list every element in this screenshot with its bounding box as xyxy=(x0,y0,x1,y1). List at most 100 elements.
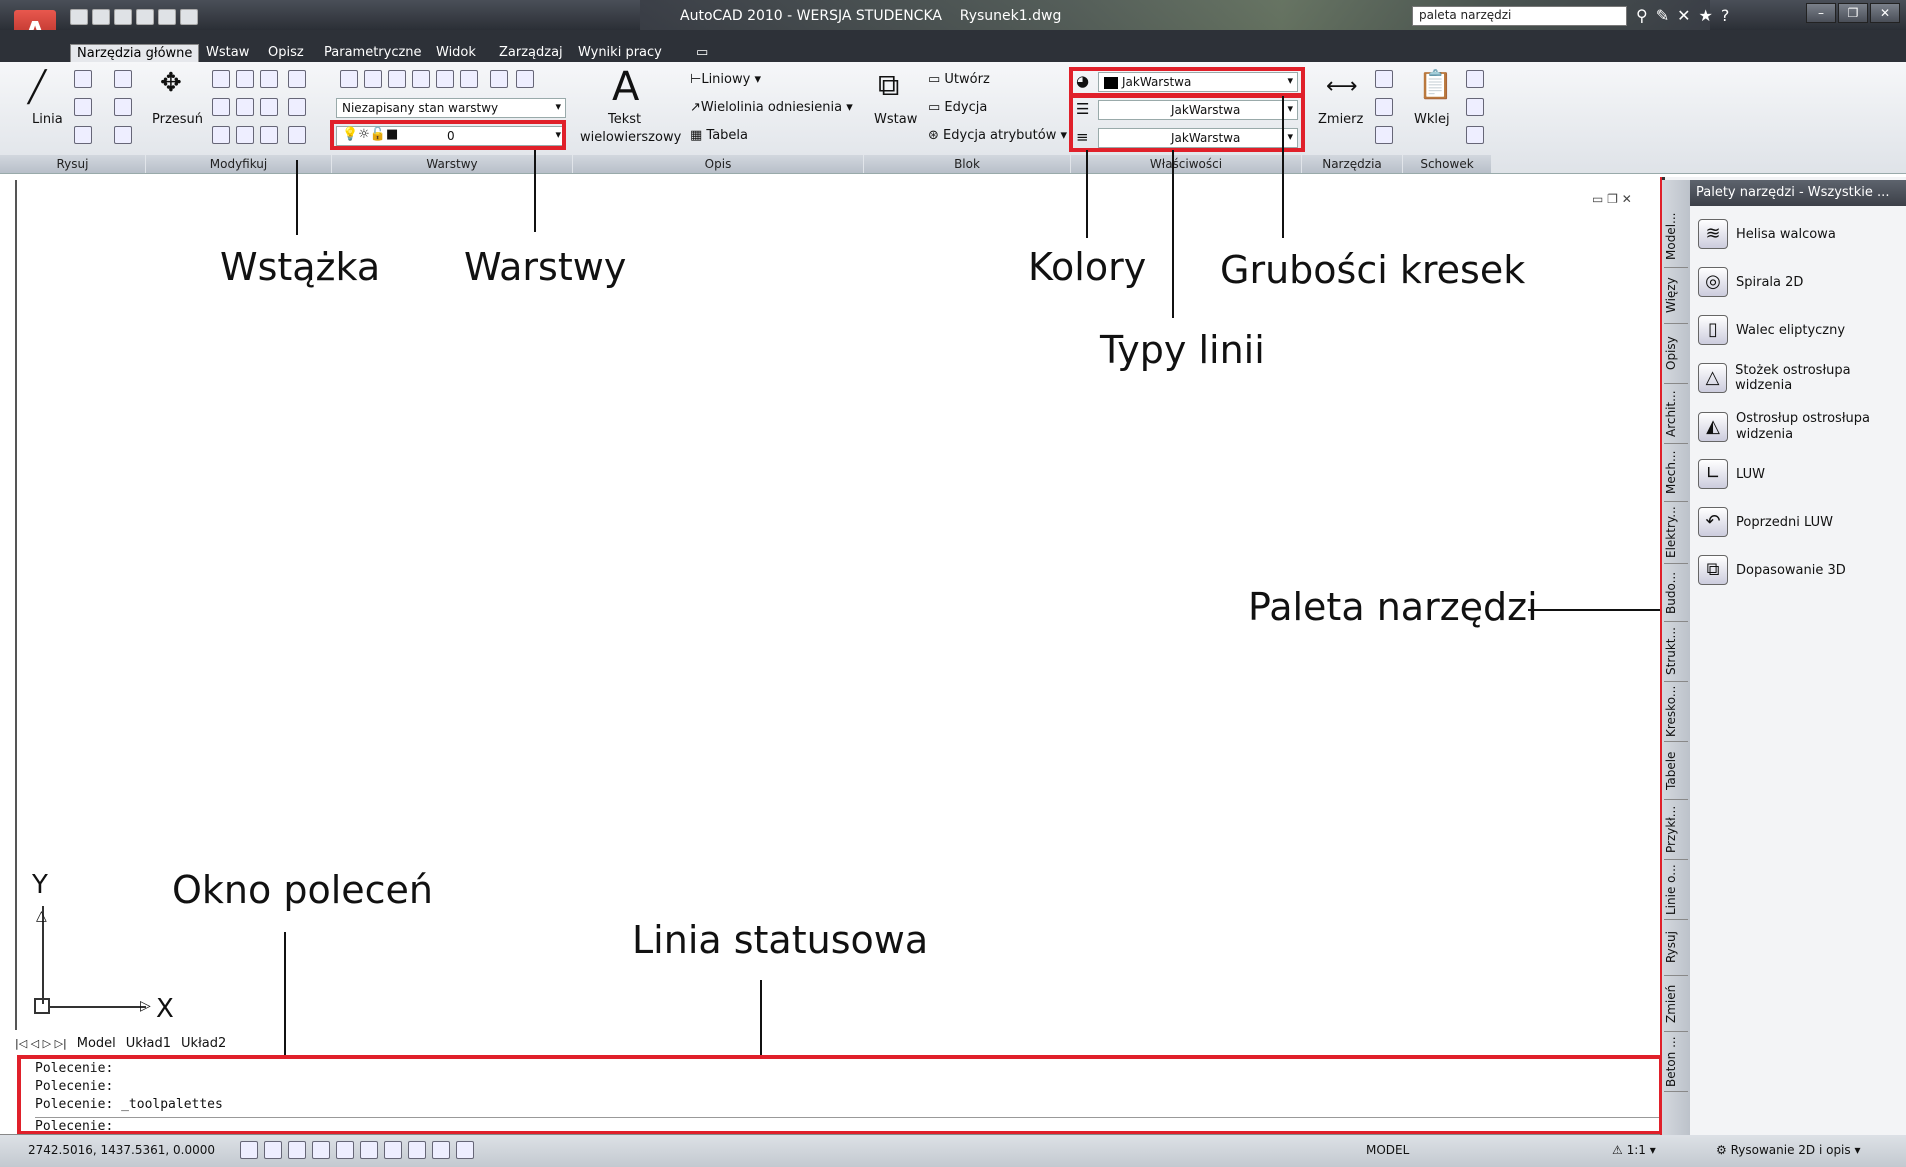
panel-annotation-label[interactable]: Opis xyxy=(573,155,863,173)
communication-icon[interactable]: ✕ xyxy=(1677,6,1690,25)
move-label[interactable]: Przesuń xyxy=(152,112,203,127)
multileader[interactable]: ↗Wielolinia odniesienia ▾ xyxy=(690,100,853,115)
rotate-icon[interactable] xyxy=(236,70,254,88)
palette-item-view-pyramid[interactable]: ◭ Ostrosłup ostrosłupa widzenia xyxy=(1698,411,1870,443)
tab-layout2[interactable]: Układ2 xyxy=(181,1036,226,1051)
palette-tab-model[interactable]: Model... xyxy=(1664,206,1688,268)
close-button[interactable]: ✕ xyxy=(1870,3,1900,23)
insert-block-icon[interactable]: ⧉ xyxy=(878,68,899,103)
binoculars-icon[interactable]: ⚲ xyxy=(1636,6,1648,25)
copy-clip-icon[interactable] xyxy=(1466,98,1484,116)
panel-properties-label[interactable]: Właściwości xyxy=(1071,155,1301,173)
panel-block-label[interactable]: Blok xyxy=(864,155,1070,173)
tab-annotate[interactable]: Opisz xyxy=(262,44,310,62)
tool-palette-title[interactable]: Palety narzędzi - Wszystkie ... xyxy=(1690,180,1906,206)
multiline-text-icon[interactable]: A xyxy=(612,64,639,110)
cut-icon[interactable] xyxy=(1466,70,1484,88)
offset-icon[interactable] xyxy=(236,126,254,144)
palette-item-3d-align[interactable]: ⧉ Dopasowanie 3D xyxy=(1698,555,1846,585)
multiline-text-label1[interactable]: Tekst xyxy=(608,112,641,127)
tab-insert[interactable]: Wstaw xyxy=(200,44,255,62)
undo-icon[interactable] xyxy=(136,9,154,25)
palette-item-view-cone[interactable]: △ Stożek ostrosłupa widzenia xyxy=(1698,363,1906,393)
tab-layout1[interactable]: Układ1 xyxy=(126,1036,171,1051)
search-input[interactable]: paleta narzędzi xyxy=(1412,6,1627,26)
quick-select-icon[interactable] xyxy=(1375,70,1393,88)
dynamic-ucs-icon[interactable] xyxy=(384,1141,402,1159)
open-file-icon[interactable] xyxy=(92,9,110,25)
palette-tab-constraints[interactable]: Więzy xyxy=(1664,268,1688,324)
palette-item-spiral[interactable]: ◎ Spirala 2D xyxy=(1698,267,1803,297)
calculator-icon[interactable] xyxy=(1375,126,1393,144)
dynamic-input-icon[interactable] xyxy=(408,1141,426,1159)
palette-tab-hatches[interactable]: Kresko... xyxy=(1664,682,1688,742)
block-edit[interactable]: ▭ Edycja xyxy=(928,100,987,115)
palette-tab-civil[interactable]: Budo... xyxy=(1664,564,1688,622)
array-icon[interactable] xyxy=(288,70,306,88)
viewport-controls[interactable]: ▭ ❐ ✕ xyxy=(1592,192,1632,206)
palette-item-helix[interactable]: ≋ Helisa walcowa xyxy=(1698,219,1836,249)
tab-extra[interactable]: ▭ xyxy=(690,44,714,62)
print-icon[interactable] xyxy=(180,9,198,25)
arc-icon[interactable] xyxy=(114,70,132,88)
insert-block-label[interactable]: Wstaw xyxy=(874,112,917,127)
stretch-icon[interactable] xyxy=(236,98,254,116)
palette-tab-concrete[interactable]: Beton ... xyxy=(1664,1032,1688,1092)
move-icon[interactable]: ✥ xyxy=(160,68,182,98)
fillet-icon[interactable] xyxy=(288,126,306,144)
copy-icon[interactable] xyxy=(212,70,230,88)
table-tool[interactable]: ▦ Tabela xyxy=(690,128,748,143)
annotation-scale[interactable]: ⚠ 1:1 ▾ xyxy=(1612,1143,1656,1157)
layer-state-icon[interactable] xyxy=(364,70,382,88)
layer-state-combo[interactable]: Niezapisany stan warstwy xyxy=(336,98,566,118)
palette-tab-draw[interactable]: Rysuj xyxy=(1664,920,1688,976)
palette-item-ucs[interactable]: ∟ LUW xyxy=(1698,459,1765,489)
lineweight-toggle-icon[interactable] xyxy=(432,1141,450,1159)
save-icon[interactable] xyxy=(114,9,132,25)
measure-label[interactable]: Zmierz xyxy=(1318,112,1363,127)
palette-tab-mechanical[interactable]: Mech... xyxy=(1664,444,1688,502)
block-edit-attributes[interactable]: ⊛ Edycja atrybutów ▾ xyxy=(928,128,1067,143)
palette-tab-annotations[interactable]: Opisy xyxy=(1664,324,1688,384)
new-file-icon[interactable] xyxy=(70,9,88,25)
tab-model[interactable]: Model xyxy=(77,1036,116,1051)
tab-output[interactable]: Wyniki pracy xyxy=(572,44,668,62)
tab-view[interactable]: Widok xyxy=(430,44,482,62)
tab-parametric[interactable]: Parametryczne xyxy=(318,44,428,62)
erase-icon[interactable] xyxy=(212,126,230,144)
layer-match-icon[interactable] xyxy=(490,70,508,88)
layer-freeze-icon[interactable] xyxy=(436,70,454,88)
panel-modify-label[interactable]: Modyfikuj xyxy=(146,155,331,173)
restore-button[interactable]: ❐ xyxy=(1838,3,1868,23)
trim-icon[interactable] xyxy=(260,70,278,88)
circle-icon[interactable] xyxy=(74,98,92,116)
panel-draw-label[interactable]: Rysuj xyxy=(0,155,145,173)
layout-nav-arrows[interactable]: |◁ ◁ ▷ ▷| xyxy=(15,1037,67,1050)
tab-home[interactable]: Narzędzia główne xyxy=(70,44,200,62)
favorites-star-icon[interactable]: ★ xyxy=(1699,6,1713,25)
palette-tab-modify[interactable]: Zmień xyxy=(1664,976,1688,1032)
measure-icon[interactable]: ⟷ xyxy=(1326,74,1358,99)
coordinate-display[interactable]: 2742.5016, 1437.5361, 0.0000 xyxy=(28,1143,215,1157)
dimension-linear[interactable]: ⊢Liniowy ▾ xyxy=(690,72,761,87)
extend-icon[interactable] xyxy=(288,98,306,116)
panel-layers-label[interactable]: Warstwy xyxy=(332,155,572,173)
workspace-switcher[interactable]: ⚙ Rysowanie 2D i opis ▾ xyxy=(1716,1143,1861,1157)
redo-icon[interactable] xyxy=(158,9,176,25)
find-icon[interactable] xyxy=(1375,98,1393,116)
palette-tab-leaders[interactable]: Linie o... xyxy=(1664,860,1688,920)
panel-clipboard-label[interactable]: Schowek xyxy=(1403,155,1491,173)
multiline-text-label2[interactable]: wielowierszowy xyxy=(580,130,681,145)
ellipse-icon[interactable] xyxy=(74,126,92,144)
polyline-icon[interactable] xyxy=(74,70,92,88)
palette-tab-samples[interactable]: Przykł... xyxy=(1664,800,1688,860)
layer-properties-icon[interactable] xyxy=(340,70,358,88)
minimize-button[interactable]: – xyxy=(1806,3,1836,23)
paste-label[interactable]: Wklej xyxy=(1414,112,1450,127)
layer-off-icon[interactable] xyxy=(412,70,430,88)
block-create[interactable]: ▭ Utwórz xyxy=(928,72,990,87)
palette-tab-structural[interactable]: Strukt... xyxy=(1664,622,1688,682)
layer-isolate-icon[interactable] xyxy=(388,70,406,88)
palette-item-elliptic-cylinder[interactable]: ▯ Walec eliptyczny xyxy=(1698,315,1845,345)
object-snap-icon[interactable] xyxy=(336,1141,354,1159)
